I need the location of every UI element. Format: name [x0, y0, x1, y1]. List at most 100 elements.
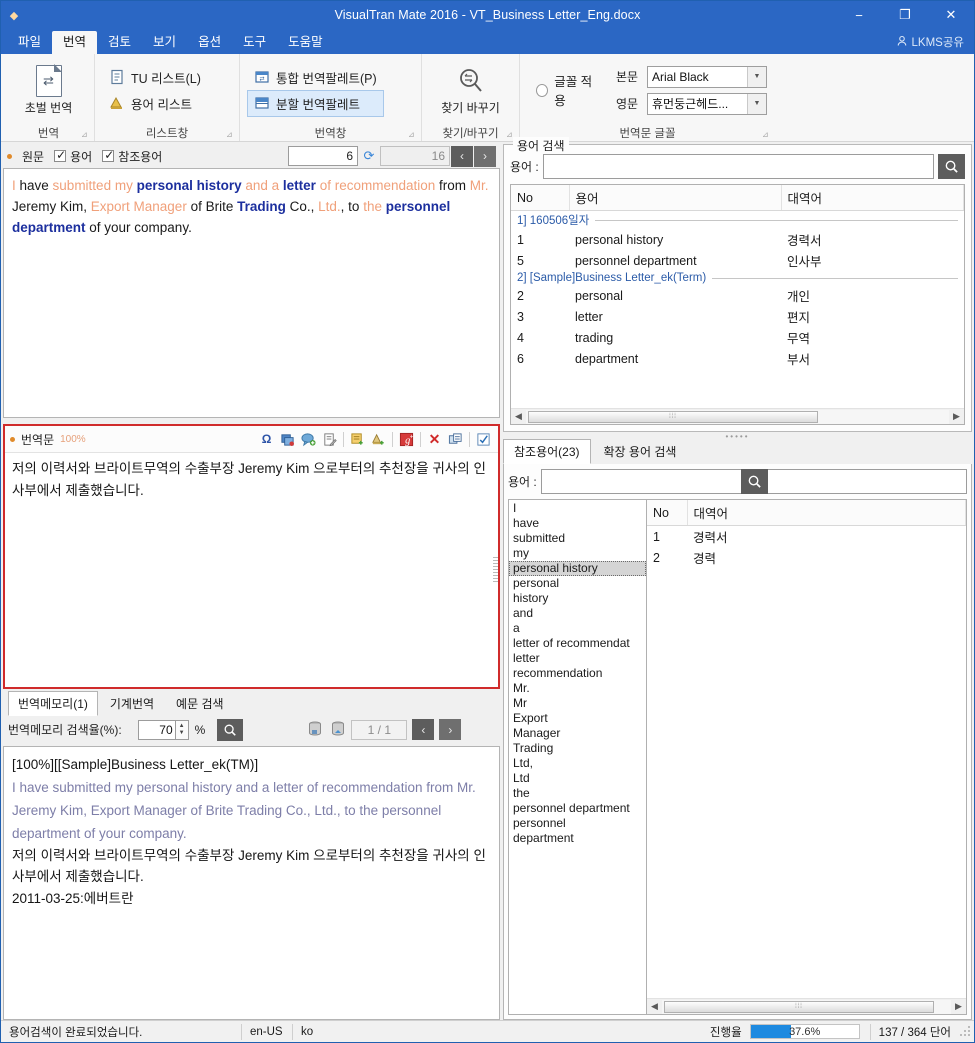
translation-text-area[interactable]: 저의 이력서와 브라이트무역의 수출부장 Jeremy Kim 으로부터의 추천… [5, 453, 498, 687]
split-palette-button[interactable]: 분할 번역팔레트 [247, 89, 384, 117]
dialog-launcher-icon[interactable]: ⊿ [762, 130, 771, 139]
list-item[interactable]: personal [509, 576, 646, 591]
english-font-select[interactable]: 휴먼둥근헤드... ▼ [647, 92, 767, 115]
ref-terms-checkbox[interactable]: 참조용어 [102, 148, 162, 165]
term-grid-hscrollbar[interactable]: ◀ ⦙⦙⦙ ▶ [511, 408, 964, 424]
ref-term-search-button[interactable] [740, 469, 768, 494]
tab-ref-terms[interactable]: 참조용어(23) [503, 439, 591, 464]
edit-note-icon[interactable] [320, 430, 339, 449]
list-item[interactable]: personnel department [509, 801, 646, 816]
term-list-button[interactable]: 용어 리스트 [103, 91, 207, 116]
list-item[interactable]: submitted [509, 531, 646, 546]
table-row[interactable]: 2 personal 개인 [511, 285, 964, 306]
term-search-input[interactable] [542, 154, 934, 179]
body-font-select[interactable]: Arial Black ▼ [647, 65, 767, 88]
resize-grip[interactable] [493, 556, 498, 583]
table-row[interactable]: 1 personal history 경력서 [511, 229, 964, 250]
current-segment-input[interactable]: 6 [288, 146, 358, 166]
table-row[interactable]: 5 personnel department 인사부 [511, 250, 964, 271]
list-item[interactable]: a [509, 621, 646, 636]
next-segment-button[interactable]: › [474, 145, 496, 167]
tm-result-area[interactable]: [100%][[Sample]Business Letter_ek(TM)] I… [3, 745, 500, 1020]
list-item[interactable]: my [509, 546, 646, 561]
find-replace-button[interactable]: 찾기 바꾸기 [434, 63, 508, 118]
ref-grid-hscrollbar[interactable]: ◀ ⦙⦙⦙ ▶ [647, 998, 966, 1014]
add-comment-icon[interactable] [299, 430, 318, 449]
scroll-left-icon[interactable]: ◀ [647, 1001, 662, 1012]
account-share-button[interactable]: LKMS공유 [896, 34, 964, 54]
chevron-down-icon[interactable]: ▼ [747, 93, 766, 114]
list-item[interactable]: I [509, 501, 646, 516]
table-row[interactable]: 1 경력서 [647, 526, 966, 548]
source-text-area[interactable]: I have submitted my personal history and… [3, 168, 500, 418]
scroll-left-icon[interactable]: ◀ [511, 411, 526, 422]
table-row[interactable]: 2 경력 [647, 547, 966, 568]
list-item[interactable]: Ltd [509, 771, 646, 786]
chevron-down-icon[interactable]: ▼ [747, 66, 766, 87]
close-button[interactable]: ✕ [928, 1, 974, 29]
list-item[interactable]: recommendation [509, 666, 646, 681]
dialog-launcher-icon[interactable]: ⊿ [226, 130, 235, 139]
list-item[interactable]: letter [509, 651, 646, 666]
list-item[interactable]: Export [509, 711, 646, 726]
scroll-right-icon[interactable]: ▶ [949, 411, 964, 422]
tab-translation-memory[interactable]: 번역메모리(1) [8, 690, 98, 716]
scroll-right-icon[interactable]: ▶ [951, 1001, 966, 1012]
source-word-list[interactable]: I have submitted my personal history per… [509, 500, 647, 1014]
refresh-icon[interactable]: ⟳ [358, 148, 380, 164]
table-row[interactable]: 6 department 부서 [511, 348, 964, 369]
table-row[interactable]: 4 trading 무역 [511, 327, 964, 348]
menu-item-review[interactable]: 검토 [97, 31, 142, 54]
list-item[interactable]: the [509, 786, 646, 801]
delete-icon[interactable]: ✕ [425, 430, 444, 449]
terms-checkbox[interactable]: 용어 [54, 148, 92, 165]
menu-item-options[interactable]: 옵션 [187, 31, 232, 54]
confirm-icon[interactable] [474, 430, 493, 449]
resize-grip-icon[interactable] [959, 1025, 971, 1038]
menu-item-tools[interactable]: 도구 [232, 31, 277, 54]
menu-item-help[interactable]: 도움말 [277, 31, 334, 54]
dialog-launcher-icon[interactable]: ⊿ [408, 130, 417, 139]
minimize-button[interactable]: − [836, 1, 882, 29]
list-item[interactable]: have [509, 516, 646, 531]
tm-prev-button[interactable]: ‹ [412, 719, 435, 740]
list-item[interactable]: personnel [509, 816, 646, 831]
menu-item-file[interactable]: 파일 [7, 31, 52, 54]
list-item[interactable]: Mr [509, 696, 646, 711]
tm-next-button[interactable]: › [439, 719, 462, 740]
swap-icon[interactable] [446, 430, 465, 449]
apply-font-radio[interactable]: 글꼴 적용 [528, 71, 608, 109]
table-row[interactable]: 3 letter 편지 [511, 306, 964, 327]
add-term-icon[interactable] [348, 430, 367, 449]
tm-rate-stepper[interactable]: ▲ ▼ [175, 719, 189, 740]
menu-item-translate[interactable]: 번역 [52, 31, 98, 54]
scroll-track[interactable]: ⦙⦙⦙ [662, 999, 951, 1014]
list-item[interactable]: Mr. [509, 681, 646, 696]
list-item[interactable]: and [509, 606, 646, 621]
merged-palette-button[interactable]: ⇄ 통합 번역팔레트(P) [248, 65, 383, 90]
tab-extended-term-search[interactable]: 확장 용어 검색 [593, 439, 688, 464]
dialog-launcher-icon[interactable]: ⊿ [81, 130, 90, 139]
term-search-button[interactable] [938, 154, 965, 179]
maximize-button[interactable]: ❐ [882, 1, 928, 29]
tm-search-button[interactable] [217, 718, 244, 741]
menu-item-view[interactable]: 보기 [142, 31, 187, 54]
list-item[interactable]: department [509, 831, 646, 846]
tab-machine-translation[interactable]: 기계번역 [100, 691, 164, 716]
special-character-icon[interactable]: Ω [257, 430, 276, 449]
copy-source-icon[interactable] [278, 430, 297, 449]
tm-list-icon[interactable] [305, 720, 324, 739]
list-item[interactable]: letter of recommendat [509, 636, 646, 651]
list-item[interactable]: Ltd, [509, 756, 646, 771]
list-item[interactable]: Trading [509, 741, 646, 756]
list-item[interactable]: Manager [509, 726, 646, 741]
scroll-track[interactable]: ⦙⦙⦙ [526, 409, 949, 424]
list-item-selected[interactable]: personal history [509, 561, 646, 576]
term-results-grid[interactable]: No 용어 대역어 1] 160506일자 1 personal history… [510, 184, 965, 425]
initial-translate-button[interactable]: ⇄ 초벌 번역 [12, 63, 86, 118]
prev-segment-button[interactable]: ‹ [451, 145, 473, 167]
list-item[interactable]: history [509, 591, 646, 606]
tab-example-search[interactable]: 예문 검색 [166, 691, 234, 716]
tm-home-icon[interactable] [328, 720, 347, 739]
scroll-thumb[interactable]: ⦙⦙⦙ [528, 410, 818, 423]
